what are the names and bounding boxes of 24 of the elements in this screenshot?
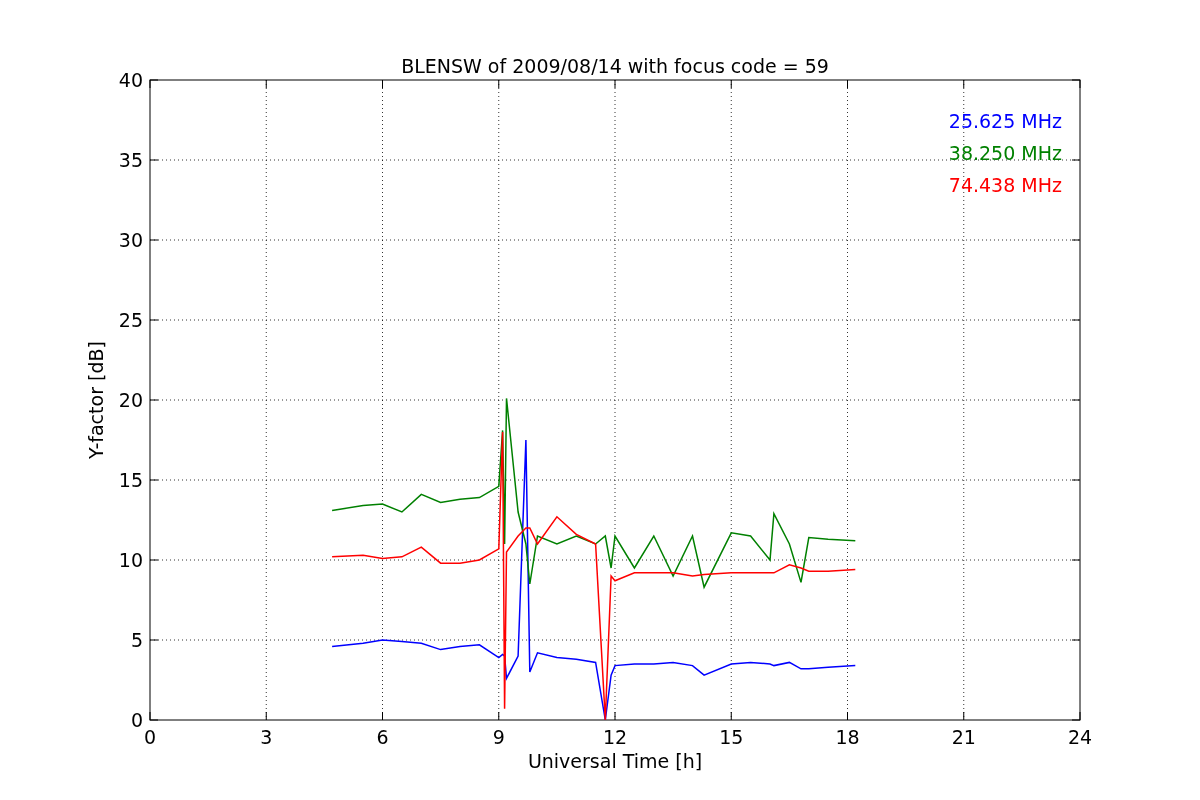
tick-label: 15: [719, 726, 744, 748]
tick-label: 40: [118, 69, 143, 91]
chart-title: BLENSW of 2009/08/14 with focus code = 59: [401, 55, 829, 77]
tick-label: 12: [602, 726, 628, 748]
tick-label: 3: [260, 726, 273, 748]
tick-label: 18: [835, 726, 860, 748]
legend-label: 25.625 MHz: [948, 110, 1062, 132]
x-axis-label: Universal Time [h]: [527, 750, 703, 772]
tick-label: 35: [118, 149, 143, 171]
tick-label: 30: [118, 229, 143, 251]
legend-label: 74.438 MHz: [948, 174, 1062, 196]
tick-label: 20: [118, 389, 143, 411]
tick-label: 9: [492, 726, 505, 748]
tick-label: 0: [143, 726, 157, 748]
tick-label: 5: [130, 629, 143, 651]
tick-label: 24: [1067, 726, 1093, 748]
tick-label: 21: [951, 726, 976, 748]
y-axis-label: Y-factor [dB]: [85, 341, 107, 459]
tick-label: 0: [130, 709, 143, 731]
tick-label: 15: [118, 469, 143, 491]
tick-label: 25: [118, 309, 143, 331]
legend-label: 38.250 MHz: [948, 142, 1062, 164]
tick-label: 10: [118, 549, 143, 571]
tick-label: 6: [376, 726, 389, 748]
